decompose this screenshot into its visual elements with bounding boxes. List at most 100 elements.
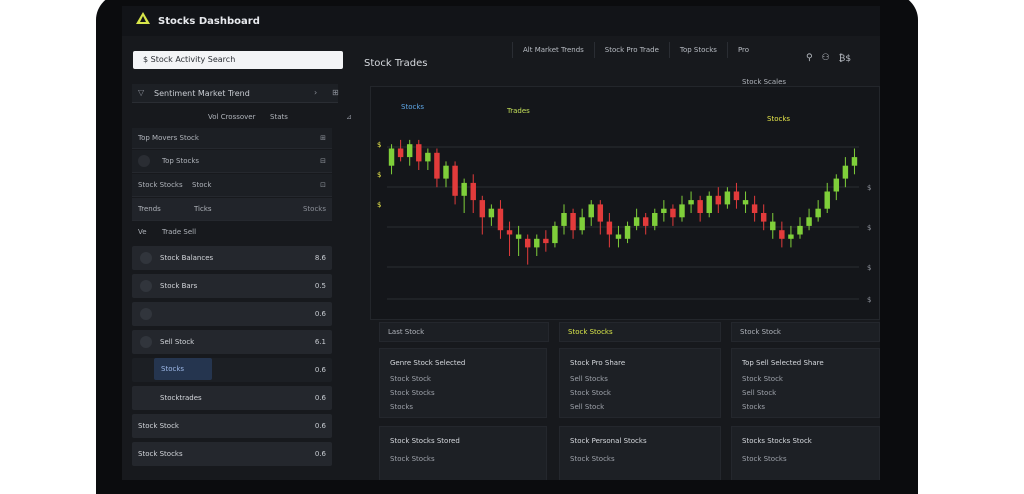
candle-body bbox=[715, 195, 722, 205]
chevron-icon[interactable]: › bbox=[314, 88, 317, 97]
users-icon[interactable]: ⚇ bbox=[822, 53, 830, 64]
candle-body bbox=[760, 213, 767, 222]
candle-body bbox=[688, 200, 694, 205]
candle-body bbox=[724, 191, 731, 205]
card-line: Stock Stocks bbox=[390, 455, 435, 463]
item-text: Stocktrades bbox=[160, 394, 202, 402]
cart-icon[interactable]: ⚲ bbox=[806, 53, 813, 64]
bottom-tab-2[interactable]: Stock Stocks bbox=[559, 322, 721, 342]
item-text: Stock Balances bbox=[160, 254, 214, 262]
tab-stock-pro[interactable]: Stock Pro Trade bbox=[593, 42, 669, 58]
list-item[interactable]: Stocks 0.6 bbox=[132, 358, 332, 382]
tab-top-stocks[interactable]: Top Stocks bbox=[668, 42, 727, 58]
grid-icon[interactable]: ₿$ bbox=[839, 53, 851, 64]
section-title: Sentiment Market Trend bbox=[154, 89, 250, 98]
info-card[interactable]: Stock Stocks Stored Stock Stocks bbox=[379, 426, 547, 480]
bottom-tab-2-label: Stock Stocks bbox=[568, 328, 613, 336]
mini-text: Trade Sell bbox=[162, 228, 197, 236]
item-icon bbox=[140, 252, 152, 264]
candle-body bbox=[706, 195, 712, 213]
candle-body bbox=[815, 208, 821, 218]
search-input[interactable]: $ Stock Activity Search bbox=[133, 51, 343, 69]
candle-body bbox=[742, 200, 749, 205]
candle-body bbox=[788, 234, 794, 239]
candle-body bbox=[824, 191, 830, 209]
tab-alt-market[interactable]: Alt Market Trends bbox=[512, 42, 594, 58]
list-row[interactable]: Trends Ticks Stocks bbox=[132, 198, 332, 221]
candle-body bbox=[515, 234, 522, 239]
left-tick-label: $ bbox=[377, 201, 381, 209]
list-item[interactable]: Stock Stocks 0.6 bbox=[132, 442, 332, 466]
candle-body bbox=[479, 200, 486, 218]
card-line: Sell Stock bbox=[742, 389, 777, 397]
list-item[interactable]: Stocktrades 0.6 bbox=[132, 386, 332, 410]
card-line: Stocks bbox=[742, 403, 766, 411]
row-icon[interactable]: ⊞ bbox=[320, 134, 326, 142]
list-row[interactable]: Top Stocks ⊟ bbox=[132, 150, 332, 173]
item-value: 0.6 bbox=[314, 310, 326, 318]
bottom-tab-1[interactable]: Last Stock bbox=[379, 322, 549, 342]
bottom-tab-3[interactable]: Stock Stock bbox=[731, 322, 880, 342]
row-icon[interactable]: ⊡ bbox=[320, 181, 326, 189]
mini-label: Ve bbox=[138, 228, 147, 236]
info-card[interactable]: Stocks Stocks Stock Stock Stocks bbox=[731, 426, 880, 480]
top-bar: Stocks Dashboard bbox=[122, 6, 880, 36]
candle-body bbox=[470, 182, 476, 201]
card-title: Genre Stock Selected bbox=[390, 359, 466, 367]
candle-body bbox=[434, 152, 440, 179]
item-text: Stock Bars bbox=[160, 282, 198, 290]
item-value: 8.6 bbox=[314, 254, 326, 262]
card-line: Sell Stocks bbox=[570, 375, 608, 383]
candle-body bbox=[842, 165, 849, 179]
list-row[interactable]: Stock Stocks Stock ⊡ bbox=[132, 174, 332, 197]
candle-body bbox=[751, 204, 758, 213]
sub-header-b: Stats bbox=[270, 113, 288, 121]
row-icon[interactable]: ⊟ bbox=[320, 157, 326, 165]
candle-body bbox=[779, 230, 785, 239]
list-item[interactable]: Sell Stock 6.1 bbox=[132, 330, 332, 354]
list-item[interactable]: Stock Stock 0.6 bbox=[132, 414, 332, 438]
bottom-tab-3-label: Stock Stock bbox=[740, 328, 781, 336]
price-tick-label: $ bbox=[867, 264, 871, 272]
row-dot-icon bbox=[138, 155, 150, 167]
card-line: Stock Stock bbox=[390, 375, 431, 383]
info-card[interactable]: Stock Pro Share Sell Stocks Stock Stock … bbox=[559, 348, 721, 418]
card-title: Stock Personal Stocks bbox=[570, 437, 647, 445]
candlestick-chart[interactable]: Stocks Trades Stocks $ $ $ $ $ $ $ bbox=[370, 86, 880, 320]
list-item[interactable]: Stock Bars 0.5 bbox=[132, 274, 332, 298]
list-row[interactable]: Top Movers Stock ⊞ bbox=[132, 128, 332, 149]
stocks-button[interactable]: Stocks bbox=[154, 358, 212, 380]
section-header[interactable]: ▽ Sentiment Market Trend › ⊞ bbox=[132, 84, 339, 103]
row-label: Trends bbox=[138, 205, 161, 213]
candle-body bbox=[652, 213, 658, 226]
row-label: Top Movers Stock bbox=[138, 134, 199, 142]
candles-svg: $ $ $ $ $ $ $ bbox=[377, 139, 871, 304]
info-card[interactable]: Top Sell Selected Share Stock Stock Sell… bbox=[731, 348, 880, 418]
info-card[interactable]: Stock Personal Stocks Stock Stocks bbox=[559, 426, 721, 480]
sub-header-c[interactable]: ⊿ bbox=[346, 113, 352, 121]
list-item[interactable]: 0.6 bbox=[132, 302, 332, 326]
item-icon bbox=[140, 280, 152, 292]
card-line: Stock Stock bbox=[570, 389, 611, 397]
candle-body bbox=[733, 191, 740, 201]
app-title: Stocks Dashboard bbox=[158, 16, 260, 27]
price-tick-label: $ bbox=[867, 184, 871, 192]
card-line: Stock Stock bbox=[742, 375, 783, 383]
expand-icon[interactable]: ⊞ bbox=[332, 88, 339, 97]
card-line: Stock Stocks bbox=[390, 389, 435, 397]
candle-body bbox=[552, 225, 558, 244]
candle-body bbox=[461, 182, 467, 196]
row-mid: Ticks bbox=[194, 205, 212, 213]
item-value: 0.6 bbox=[314, 394, 326, 402]
info-card[interactable]: Genre Stock Selected Stock Stock Stock S… bbox=[379, 348, 547, 418]
item-icon bbox=[140, 336, 152, 348]
price-tick-label: $ bbox=[867, 296, 871, 304]
row-label: Stock Stocks bbox=[138, 181, 183, 189]
stocks-button-label: Stocks bbox=[161, 365, 185, 373]
list-item[interactable]: Stock Balances 8.6 bbox=[132, 246, 332, 270]
item-value: 0.6 bbox=[314, 422, 326, 430]
card-title: Stocks Stocks Stock bbox=[742, 437, 812, 445]
tab-pro[interactable]: Pro bbox=[726, 42, 759, 58]
item-text: Sell Stock bbox=[160, 338, 195, 346]
chart-title: Stock Trades bbox=[364, 58, 428, 69]
